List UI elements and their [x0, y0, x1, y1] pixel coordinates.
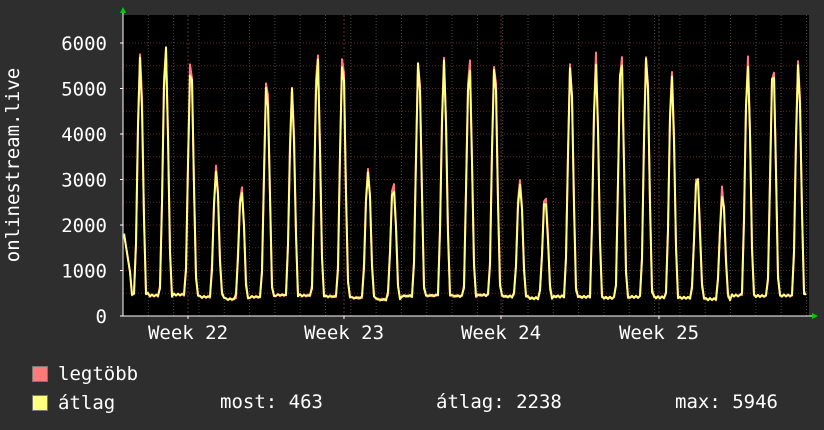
y-tick-label: 1000 [61, 261, 107, 283]
y-tick-label: 6000 [61, 33, 107, 55]
graph-panel: 0 1000 2000 3000 4000 5000 6000 Week 22 Week 23… [0, 0, 824, 430]
y-axis-label: onlinestream.live [2, 68, 24, 262]
stat-average: átlag: 2238 [436, 391, 562, 413]
legend-label-max: legtöbb [58, 363, 139, 385]
legend-label-avg: átlag [58, 392, 116, 414]
y-axis: 0 1000 2000 3000 4000 5000 6000 [61, 7, 126, 328]
stat-maximum: max: 5946 [675, 391, 778, 413]
y-tick-label: 2000 [61, 215, 107, 237]
x-tick-label: Week 25 [619, 322, 699, 344]
x-axis: Week 22 Week 23 Week 24 Week 25 [123, 313, 818, 344]
x-axis-arrow [812, 313, 818, 319]
y-tick-label: 4000 [61, 124, 107, 146]
x-tick-label: Week 22 [148, 322, 228, 344]
traffic-chart: 0 1000 2000 3000 4000 5000 6000 Week 22 Week 23… [2, 7, 818, 344]
y-axis-arrow [120, 7, 126, 13]
x-tick-label: Week 24 [461, 322, 541, 344]
legend-item-max: legtöbb [32, 362, 138, 386]
legend-item-avg: átlag [32, 391, 115, 415]
y-tick-label: 0 [96, 306, 107, 328]
x-tick-label: Week 23 [304, 322, 384, 344]
avg-swatch [32, 395, 48, 411]
max-swatch [32, 366, 48, 382]
y-tick-label: 5000 [61, 79, 107, 101]
stat-current: most: 463 [220, 391, 323, 413]
y-tick-label: 3000 [61, 170, 107, 192]
